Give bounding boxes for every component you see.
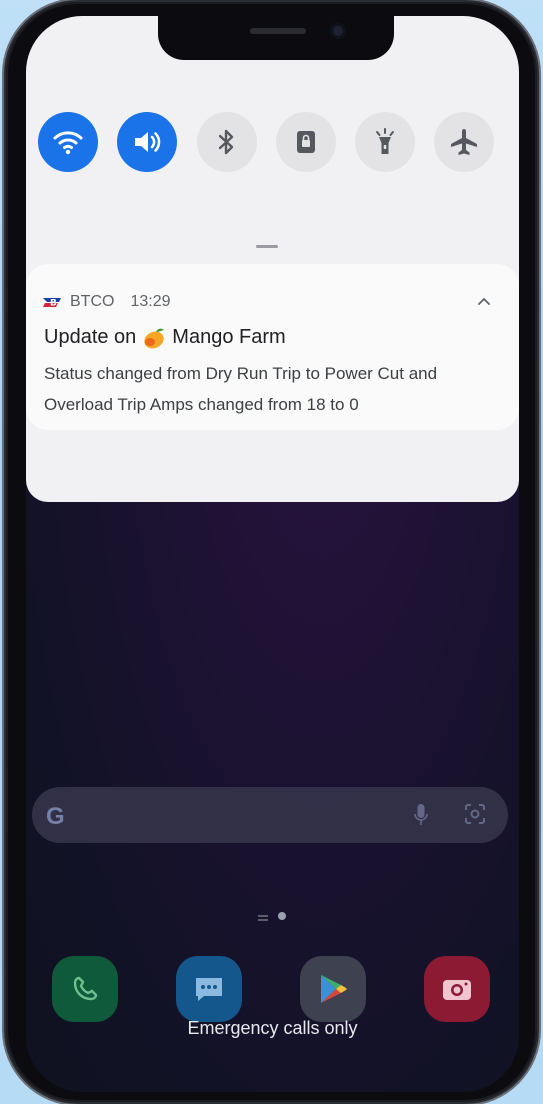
notification-time: 13:29: [130, 293, 171, 310]
messages-app-icon: [196, 978, 222, 1001]
mango-emoji-icon: [144, 328, 165, 348]
svg-text:B: B: [50, 299, 57, 309]
btco-logo-icon: B: [43, 298, 61, 309]
notification-app-name: BTCO: [70, 293, 115, 310]
camera-app-icon: [443, 980, 471, 1000]
phone-app-icon: [73, 976, 98, 1001]
mic-icon[interactable]: [414, 803, 428, 827]
flashlight-icon: [376, 128, 394, 154]
earpiece-speaker: [250, 28, 306, 34]
flashlight-toggle[interactable]: [355, 112, 415, 172]
notification-body: Status changed from Dry Run Trip to Powe…: [44, 364, 438, 414]
shade-drag-handle[interactable]: [256, 245, 278, 248]
wifi-toggle[interactable]: [38, 112, 98, 172]
airplane-toggle[interactable]: [434, 112, 494, 172]
app-dock: [52, 956, 492, 1026]
home-pages-icon: [258, 915, 268, 917]
phone-frame: B BTCO 13:29 Update on Mango Farm Status…: [6, 2, 537, 1102]
current-page-dot: [278, 912, 286, 920]
lens-icon[interactable]: [464, 803, 486, 825]
lock-screen: B BTCO 13:29 Update on Mango Farm Status…: [26, 16, 519, 1092]
quick-settings-row: [38, 112, 508, 176]
bluetooth-icon: [218, 129, 234, 155]
notification-title-suffix: Mango Farm: [172, 326, 286, 348]
emergency-calls-text: Emergency calls only: [187, 1018, 358, 1038]
phone-app[interactable]: [52, 956, 118, 1022]
bluetooth-toggle[interactable]: [197, 112, 257, 172]
lock-screen-icon: [297, 131, 315, 153]
play-store-icon: [321, 975, 347, 1003]
play-store-app[interactable]: [300, 956, 366, 1022]
notification-title: Update on Mango Farm: [44, 326, 286, 349]
front-camera: [330, 23, 346, 39]
screen-lock-toggle[interactable]: [276, 112, 336, 172]
chevron-up-icon: [478, 297, 490, 305]
camera-notch: [158, 16, 394, 60]
notification-card[interactable]: B BTCO 13:29 Update on Mango Farm Status…: [26, 264, 519, 430]
notification-header: B BTCO 13:29: [42, 292, 171, 312]
wifi-icon: [53, 131, 83, 155]
collapse-button[interactable]: [475, 292, 493, 310]
volume-icon: [135, 132, 161, 152]
notification-title-prefix: Update on: [44, 326, 137, 348]
airplane-icon: [451, 129, 477, 155]
messages-app[interactable]: [176, 956, 242, 1022]
notification-shade: B BTCO 13:29 Update on Mango Farm Status…: [26, 16, 519, 502]
page-indicator: [258, 912, 286, 920]
google-search-bar[interactable]: G: [32, 787, 508, 843]
sound-toggle[interactable]: [117, 112, 177, 172]
google-logo-icon: G: [46, 803, 65, 830]
camera-app[interactable]: [424, 956, 490, 1022]
